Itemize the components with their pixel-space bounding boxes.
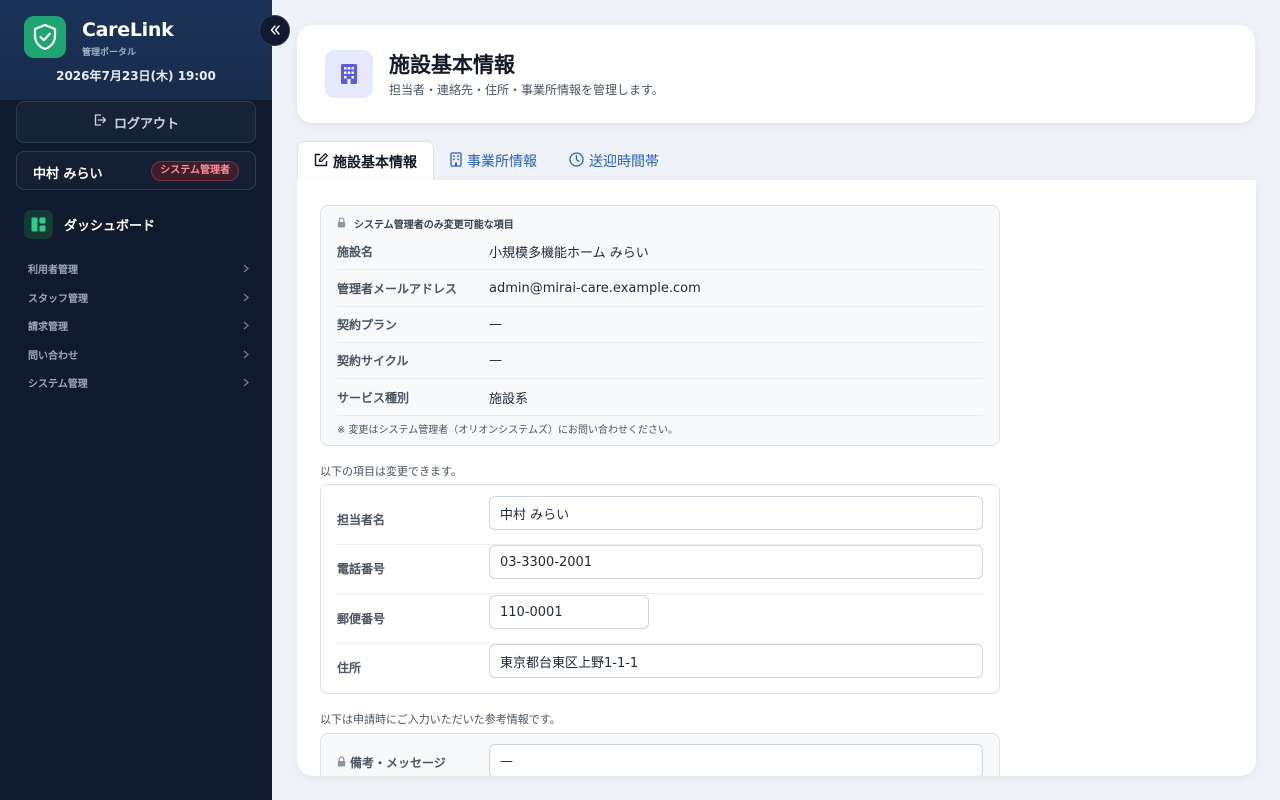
reference-section: 備考・メッセージ — xyxy=(320,733,1000,776)
field-value: admin@mirai-care.example.com xyxy=(489,281,701,296)
chevron-right-icon xyxy=(242,378,250,386)
postal-code-input[interactable] xyxy=(489,595,649,629)
sidebar-item-label: スタッフ管理 xyxy=(28,293,88,305)
sidebar-header: CareLink 管理ポータル 2026年7月23日(木) 19:00 xyxy=(0,0,272,100)
readonly-row-facility-name: 施設名 小規模多機能ホーム みらい xyxy=(337,234,983,270)
logout-icon xyxy=(93,113,107,131)
reference-note: 以下は申請時にご入力いただいた参考情報です。 xyxy=(320,713,561,726)
field-label: 契約プラン xyxy=(337,318,398,332)
chevron-right-icon xyxy=(242,321,250,329)
sidebar-item-label: 請求管理 xyxy=(28,321,68,333)
chevron-right-icon xyxy=(242,293,250,301)
field-label: 郵便番号 xyxy=(337,612,386,626)
dashboard-label: ダッシュボード xyxy=(64,219,156,234)
current-datetime: 2026年7月23日(木) 19:00 xyxy=(56,69,216,83)
lock-icon xyxy=(337,216,346,231)
clock-icon xyxy=(569,151,584,171)
editable-section: 担当者名 電話番号 郵便番号 住所 xyxy=(320,484,1000,694)
readonly-section: システム管理者のみ変更可能な項目 施設名 小規模多機能ホーム みらい 管理者メー… xyxy=(320,205,1000,446)
readonly-note: ※ 変更はシステム管理者（オリオンシステムズ）にお問い合わせください。 xyxy=(337,425,678,436)
tab-transport-times[interactable]: 送迎時間帯 xyxy=(553,141,675,181)
field-label: 担当者名 xyxy=(337,513,386,527)
brand-name: CareLink xyxy=(82,19,174,41)
phone-input[interactable] xyxy=(489,545,983,579)
field-label: 電話番号 xyxy=(337,562,386,576)
user-name: 中村 みらい xyxy=(33,167,103,182)
sidebar-item-staff[interactable]: スタッフ管理 xyxy=(28,287,250,307)
readonly-row-contract-plan: 契約プラン — xyxy=(337,307,983,343)
page-header: 施設基本情報 担当者・連絡先・住所・事業所情報を管理します。 xyxy=(297,25,1255,123)
tab-office-info[interactable]: 事業所情報 xyxy=(434,141,553,181)
contact-name-input[interactable] xyxy=(489,496,983,530)
shield-logo-icon xyxy=(24,16,66,58)
edit-row-phone: 電話番号 xyxy=(337,545,983,594)
field-value: 施設系 xyxy=(489,392,529,407)
edit-row-address: 住所 xyxy=(337,644,983,693)
field-value: — xyxy=(489,353,502,368)
reference-label-text: 備考・メッセージ xyxy=(350,756,446,770)
readonly-heading-text: システム管理者のみ変更可能な項目 xyxy=(354,220,514,231)
readonly-row-contract-cycle: 契約サイクル — xyxy=(337,343,983,379)
logout-button[interactable]: ログアウト xyxy=(16,101,256,143)
edit-icon xyxy=(314,152,328,171)
field-label: 施設名 xyxy=(337,245,374,259)
chevron-right-icon xyxy=(242,350,250,358)
brand-subtitle: 管理ポータル xyxy=(82,48,137,58)
sidebar-item-billing[interactable]: 請求管理 xyxy=(28,315,250,335)
lock-icon xyxy=(337,755,346,770)
edit-row-contact-name: 担当者名 xyxy=(337,496,983,545)
page-subtitle: 担当者・連絡先・住所・事業所情報を管理します。 xyxy=(389,83,664,97)
tab-bar: 施設基本情報 事業所情報 送迎時間帯 xyxy=(297,141,675,181)
address-input[interactable] xyxy=(489,644,983,678)
content-card: システム管理者のみ変更可能な項目 施設名 小規模多機能ホーム みらい 管理者メー… xyxy=(297,180,1256,776)
user-card: 中村 みらい システム管理者 xyxy=(16,151,256,190)
logout-label: ログアウト xyxy=(113,116,179,132)
sidebar-item-inquiries[interactable]: 問い合わせ xyxy=(28,344,250,364)
building-icon xyxy=(325,50,373,98)
sidebar-item-users[interactable]: 利用者管理 xyxy=(28,258,250,278)
sidebar-item-label: 利用者管理 xyxy=(28,264,78,276)
edit-row-postal-code: 郵便番号 xyxy=(337,595,983,644)
collapse-sidebar-button[interactable] xyxy=(259,15,290,46)
sidebar: CareLink 管理ポータル 2026年7月23日(木) 19:00 ログアウ… xyxy=(0,0,272,800)
role-badge: システム管理者 xyxy=(151,161,239,181)
field-label: 住所 xyxy=(337,661,362,675)
tab-label: 施設基本情報 xyxy=(333,154,417,171)
tab-facility-basic[interactable]: 施設基本情報 xyxy=(297,141,434,181)
editable-note: 以下の項目は変更できます。 xyxy=(320,465,462,478)
chevron-right-icon xyxy=(242,264,250,272)
field-value: — xyxy=(489,317,502,332)
reference-label: 備考・メッセージ xyxy=(337,754,446,771)
field-label: 契約サイクル xyxy=(337,354,409,368)
page-title: 施設基本情報 xyxy=(389,53,515,77)
double-chevron-left-icon xyxy=(269,21,281,40)
sidebar-item-system[interactable]: システム管理 xyxy=(28,372,250,392)
readonly-heading: システム管理者のみ変更可能な項目 xyxy=(337,216,514,231)
readonly-row-service-type: サービス種別 施設系 xyxy=(337,380,983,416)
sidebar-item-dashboard[interactable]: ダッシュボード xyxy=(24,210,155,239)
sidebar-item-label: 問い合わせ xyxy=(28,350,78,362)
field-label: サービス種別 xyxy=(337,391,410,405)
field-value: 小規模多機能ホーム みらい xyxy=(489,246,649,261)
tab-label: 事業所情報 xyxy=(467,154,537,170)
tab-label: 送迎時間帯 xyxy=(589,154,659,170)
dashboard-icon xyxy=(24,210,53,239)
readonly-row-admin-email: 管理者メールアドレス admin@mirai-care.example.com xyxy=(337,271,983,307)
field-label: 管理者メールアドレス xyxy=(337,282,458,296)
building-icon xyxy=(450,151,462,171)
sidebar-item-label: システム管理 xyxy=(28,378,88,390)
remarks-field: — xyxy=(489,744,983,776)
